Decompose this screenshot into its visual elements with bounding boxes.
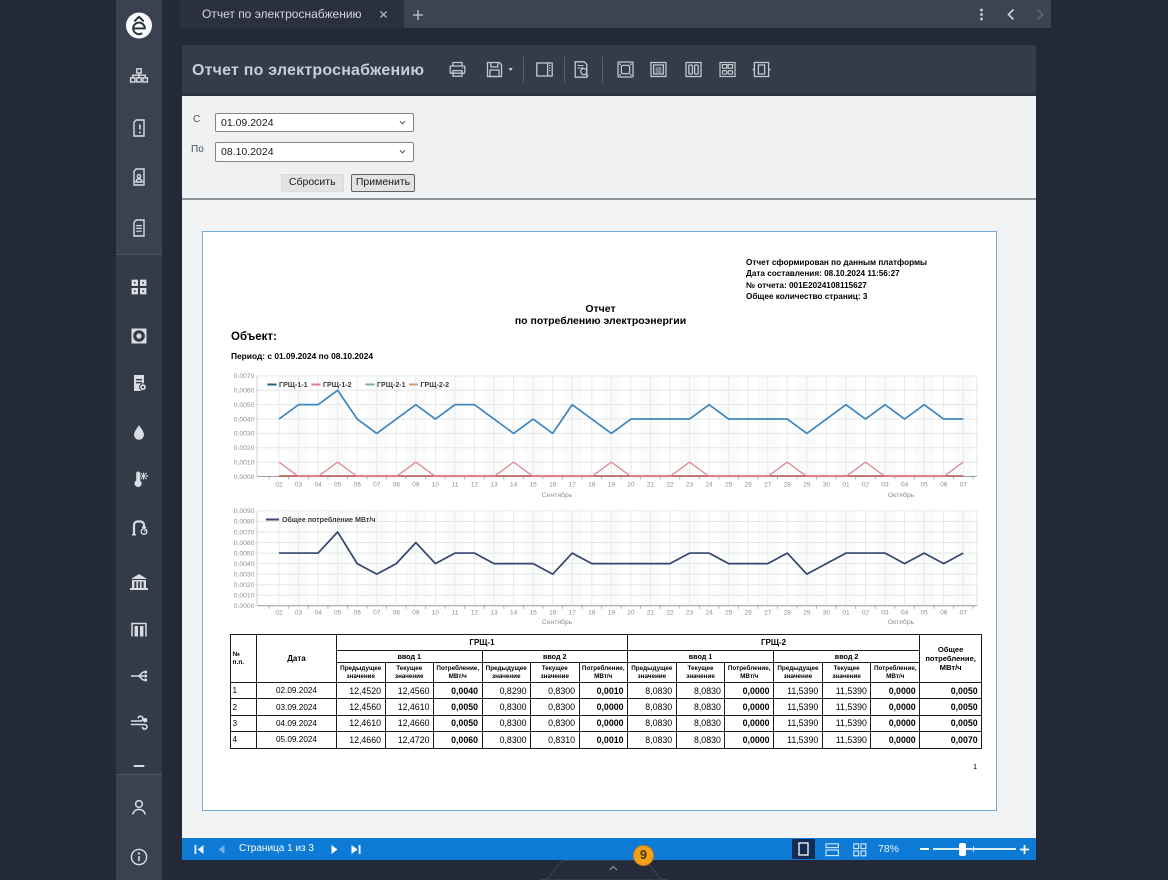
svg-text:ГРЩ-2-2: ГРЩ-2-2 (421, 381, 450, 389)
svg-text:0,0000: 0,0000 (234, 603, 255, 610)
svg-text:05: 05 (334, 482, 342, 489)
svg-text:21: 21 (647, 482, 655, 489)
svg-text:22: 22 (666, 482, 674, 489)
svg-text:29: 29 (803, 482, 811, 489)
svg-text:20: 20 (627, 609, 635, 616)
svg-text:19: 19 (608, 609, 616, 616)
svg-text:27: 27 (764, 609, 772, 616)
svg-text:07: 07 (373, 609, 381, 616)
svg-text:01: 01 (842, 482, 850, 489)
svg-text:05: 05 (921, 482, 929, 489)
svg-text:08: 08 (393, 482, 401, 489)
svg-text:23: 23 (686, 609, 694, 616)
svg-text:ГРЩ-2-1: ГРЩ-2-1 (377, 381, 406, 389)
svg-text:03: 03 (881, 482, 889, 489)
svg-text:02: 02 (862, 609, 870, 616)
svg-text:06: 06 (354, 609, 362, 616)
svg-text:ГРЩ-1-2: ГРЩ-1-2 (323, 381, 352, 389)
svg-text:07: 07 (373, 482, 381, 489)
svg-text:26: 26 (745, 609, 753, 616)
svg-text:09: 09 (412, 482, 420, 489)
svg-text:Октябрь: Октябрь (888, 491, 915, 499)
svg-text:28: 28 (784, 482, 792, 489)
svg-text:16: 16 (549, 482, 557, 489)
svg-text:29: 29 (803, 609, 811, 616)
svg-text:06: 06 (940, 609, 948, 616)
svg-text:30: 30 (823, 482, 831, 489)
svg-text:13: 13 (490, 609, 498, 616)
svg-text:12: 12 (471, 482, 479, 489)
svg-text:0,0040: 0,0040 (234, 561, 255, 568)
svg-text:15: 15 (530, 482, 538, 489)
svg-text:0,0070: 0,0070 (234, 529, 255, 536)
svg-text:03: 03 (295, 609, 303, 616)
svg-text:04: 04 (314, 609, 322, 616)
svg-text:13: 13 (490, 482, 498, 489)
svg-text:18: 18 (588, 482, 596, 489)
svg-text:0,0000: 0,0000 (234, 474, 255, 481)
svg-text:17: 17 (569, 609, 577, 616)
svg-text:11: 11 (452, 482, 459, 489)
svg-text:Общее потребление МВт/ч: Общее потребление МВт/ч (282, 516, 375, 524)
svg-text:20: 20 (627, 482, 635, 489)
svg-text:19: 19 (608, 482, 616, 489)
svg-text:30: 30 (823, 609, 831, 616)
svg-text:14: 14 (510, 482, 518, 489)
svg-text:0,0030: 0,0030 (234, 431, 255, 438)
svg-text:22: 22 (666, 609, 674, 616)
svg-text:06: 06 (354, 482, 362, 489)
svg-text:04: 04 (901, 482, 909, 489)
svg-text:Сентябрь: Сентябрь (542, 618, 573, 626)
svg-text:11: 11 (452, 609, 459, 616)
svg-text:27: 27 (764, 482, 772, 489)
svg-text:04: 04 (901, 609, 909, 616)
svg-text:0,0070: 0,0070 (234, 373, 255, 380)
svg-text:ГРЩ-1-1: ГРЩ-1-1 (279, 381, 308, 389)
svg-text:10: 10 (432, 609, 440, 616)
svg-text:25: 25 (725, 482, 733, 489)
svg-text:06: 06 (940, 482, 948, 489)
svg-text:0,0040: 0,0040 (234, 416, 255, 423)
svg-text:23: 23 (686, 482, 694, 489)
svg-text:01: 01 (842, 609, 850, 616)
svg-text:0,0020: 0,0020 (234, 445, 255, 452)
svg-text:17: 17 (569, 482, 577, 489)
svg-text:18: 18 (588, 609, 596, 616)
svg-text:0,0030: 0,0030 (234, 571, 255, 578)
svg-text:0,0080: 0,0080 (234, 519, 255, 526)
svg-text:05: 05 (921, 609, 929, 616)
svg-text:07: 07 (960, 482, 968, 489)
svg-text:Сентябрь: Сентябрь (542, 491, 573, 499)
svg-text:24: 24 (705, 609, 713, 616)
svg-text:16: 16 (549, 609, 557, 616)
svg-text:09: 09 (412, 609, 420, 616)
svg-text:03: 03 (881, 609, 889, 616)
svg-text:07: 07 (960, 609, 968, 616)
svg-text:28: 28 (784, 609, 792, 616)
svg-text:24: 24 (705, 482, 713, 489)
svg-text:0,0050: 0,0050 (234, 550, 255, 557)
svg-text:0,0010: 0,0010 (234, 459, 255, 466)
svg-text:0,0020: 0,0020 (234, 582, 255, 589)
svg-text:02: 02 (862, 482, 870, 489)
svg-text:02: 02 (275, 482, 283, 489)
svg-text:05: 05 (334, 609, 342, 616)
svg-text:14: 14 (510, 609, 518, 616)
svg-text:0,0060: 0,0060 (234, 388, 255, 395)
svg-text:10: 10 (432, 482, 440, 489)
svg-text:12: 12 (471, 609, 479, 616)
svg-text:15: 15 (530, 609, 538, 616)
svg-text:04: 04 (314, 482, 322, 489)
svg-text:02: 02 (275, 609, 283, 616)
svg-text:03: 03 (295, 482, 303, 489)
svg-text:21: 21 (647, 609, 655, 616)
svg-text:0,0010: 0,0010 (234, 593, 255, 600)
svg-text:0,0090: 0,0090 (234, 508, 255, 515)
svg-text:25: 25 (725, 609, 733, 616)
svg-text:0,0050: 0,0050 (234, 402, 255, 409)
svg-text:08: 08 (393, 609, 401, 616)
svg-text:0,0060: 0,0060 (234, 540, 255, 547)
svg-text:26: 26 (745, 482, 753, 489)
svg-text:Октябрь: Октябрь (888, 618, 915, 626)
